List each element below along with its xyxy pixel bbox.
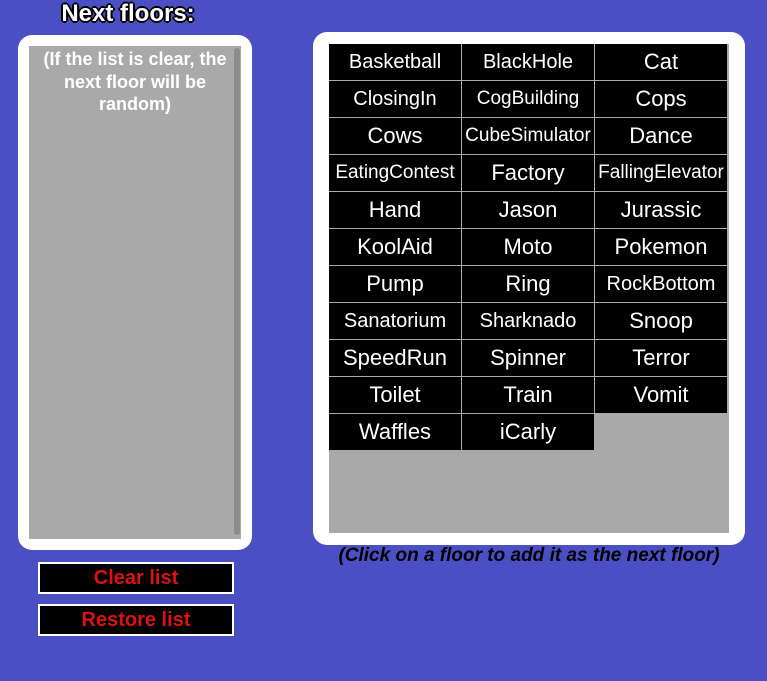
floor-tile[interactable]: Waffles	[329, 414, 461, 450]
floor-tile[interactable]: Jason	[462, 192, 594, 228]
floor-tile[interactable]: FallingElevator	[595, 155, 727, 191]
floor-tile[interactable]: EatingContest	[329, 155, 461, 191]
floor-tile[interactable]: Sanatorium	[329, 303, 461, 339]
floor-tile[interactable]: Basketball	[329, 44, 461, 80]
page-title: Next floors:	[18, 0, 238, 28]
floors-container: BasketballBlackHoleCat ClosingInCogBuildi…	[329, 44, 729, 533]
queue-panel: (If the list is clear, the next floor wi…	[18, 35, 252, 550]
floor-tile[interactable]: Hand	[329, 192, 461, 228]
queue-scrollbar[interactable]	[234, 48, 240, 535]
floor-tile[interactable]: Sharknado	[462, 303, 594, 339]
floor-tile[interactable]: Moto	[462, 229, 594, 265]
floors-hint: (Click on a floor to add it as the next …	[313, 545, 745, 567]
floor-tile[interactable]: Toilet	[329, 377, 461, 413]
floor-tile[interactable]: ClosingIn	[329, 81, 461, 117]
floor-tile[interactable]: CogBuilding	[462, 81, 594, 117]
floor-tile[interactable]: Cows	[329, 118, 461, 154]
floor-tile[interactable]: Cops	[595, 81, 727, 117]
floor-tile[interactable]: BlackHole	[462, 44, 594, 80]
floor-tile[interactable]: Pump	[329, 266, 461, 302]
floor-tile[interactable]: Vomit	[595, 377, 727, 413]
floor-tile[interactable]: iCarly	[462, 414, 594, 450]
floor-tile[interactable]: CubeSimulator	[462, 118, 594, 154]
floor-tile[interactable]: Factory	[462, 155, 594, 191]
floors-panel: BasketballBlackHoleCat ClosingInCogBuildi…	[313, 32, 745, 545]
floor-tile[interactable]: Ring	[462, 266, 594, 302]
floor-tile[interactable]: RockBottom	[595, 266, 727, 302]
floor-tile[interactable]: Pokemon	[595, 229, 727, 265]
floor-tile[interactable]: Dance	[595, 118, 727, 154]
floor-tile[interactable]: SpeedRun	[329, 340, 461, 376]
floor-tile[interactable]: KoolAid	[329, 229, 461, 265]
queue-list[interactable]: (If the list is clear, the next floor wi…	[29, 46, 241, 539]
floors-grid: BasketballBlackHoleCat ClosingInCogBuildi…	[329, 44, 729, 450]
floor-tile[interactable]: Snoop	[595, 303, 727, 339]
floor-tile[interactable]: Spinner	[462, 340, 594, 376]
floor-tile[interactable]: Terror	[595, 340, 727, 376]
floor-tile[interactable]: Jurassic	[595, 192, 727, 228]
floor-tile[interactable]: Train	[462, 377, 594, 413]
floor-tile[interactable]: Cat	[595, 44, 727, 80]
restore-list-button[interactable]: Restore list	[38, 604, 234, 636]
queue-placeholder: (If the list is clear, the next floor wi…	[29, 46, 241, 116]
clear-list-button[interactable]: Clear list	[38, 562, 234, 594]
